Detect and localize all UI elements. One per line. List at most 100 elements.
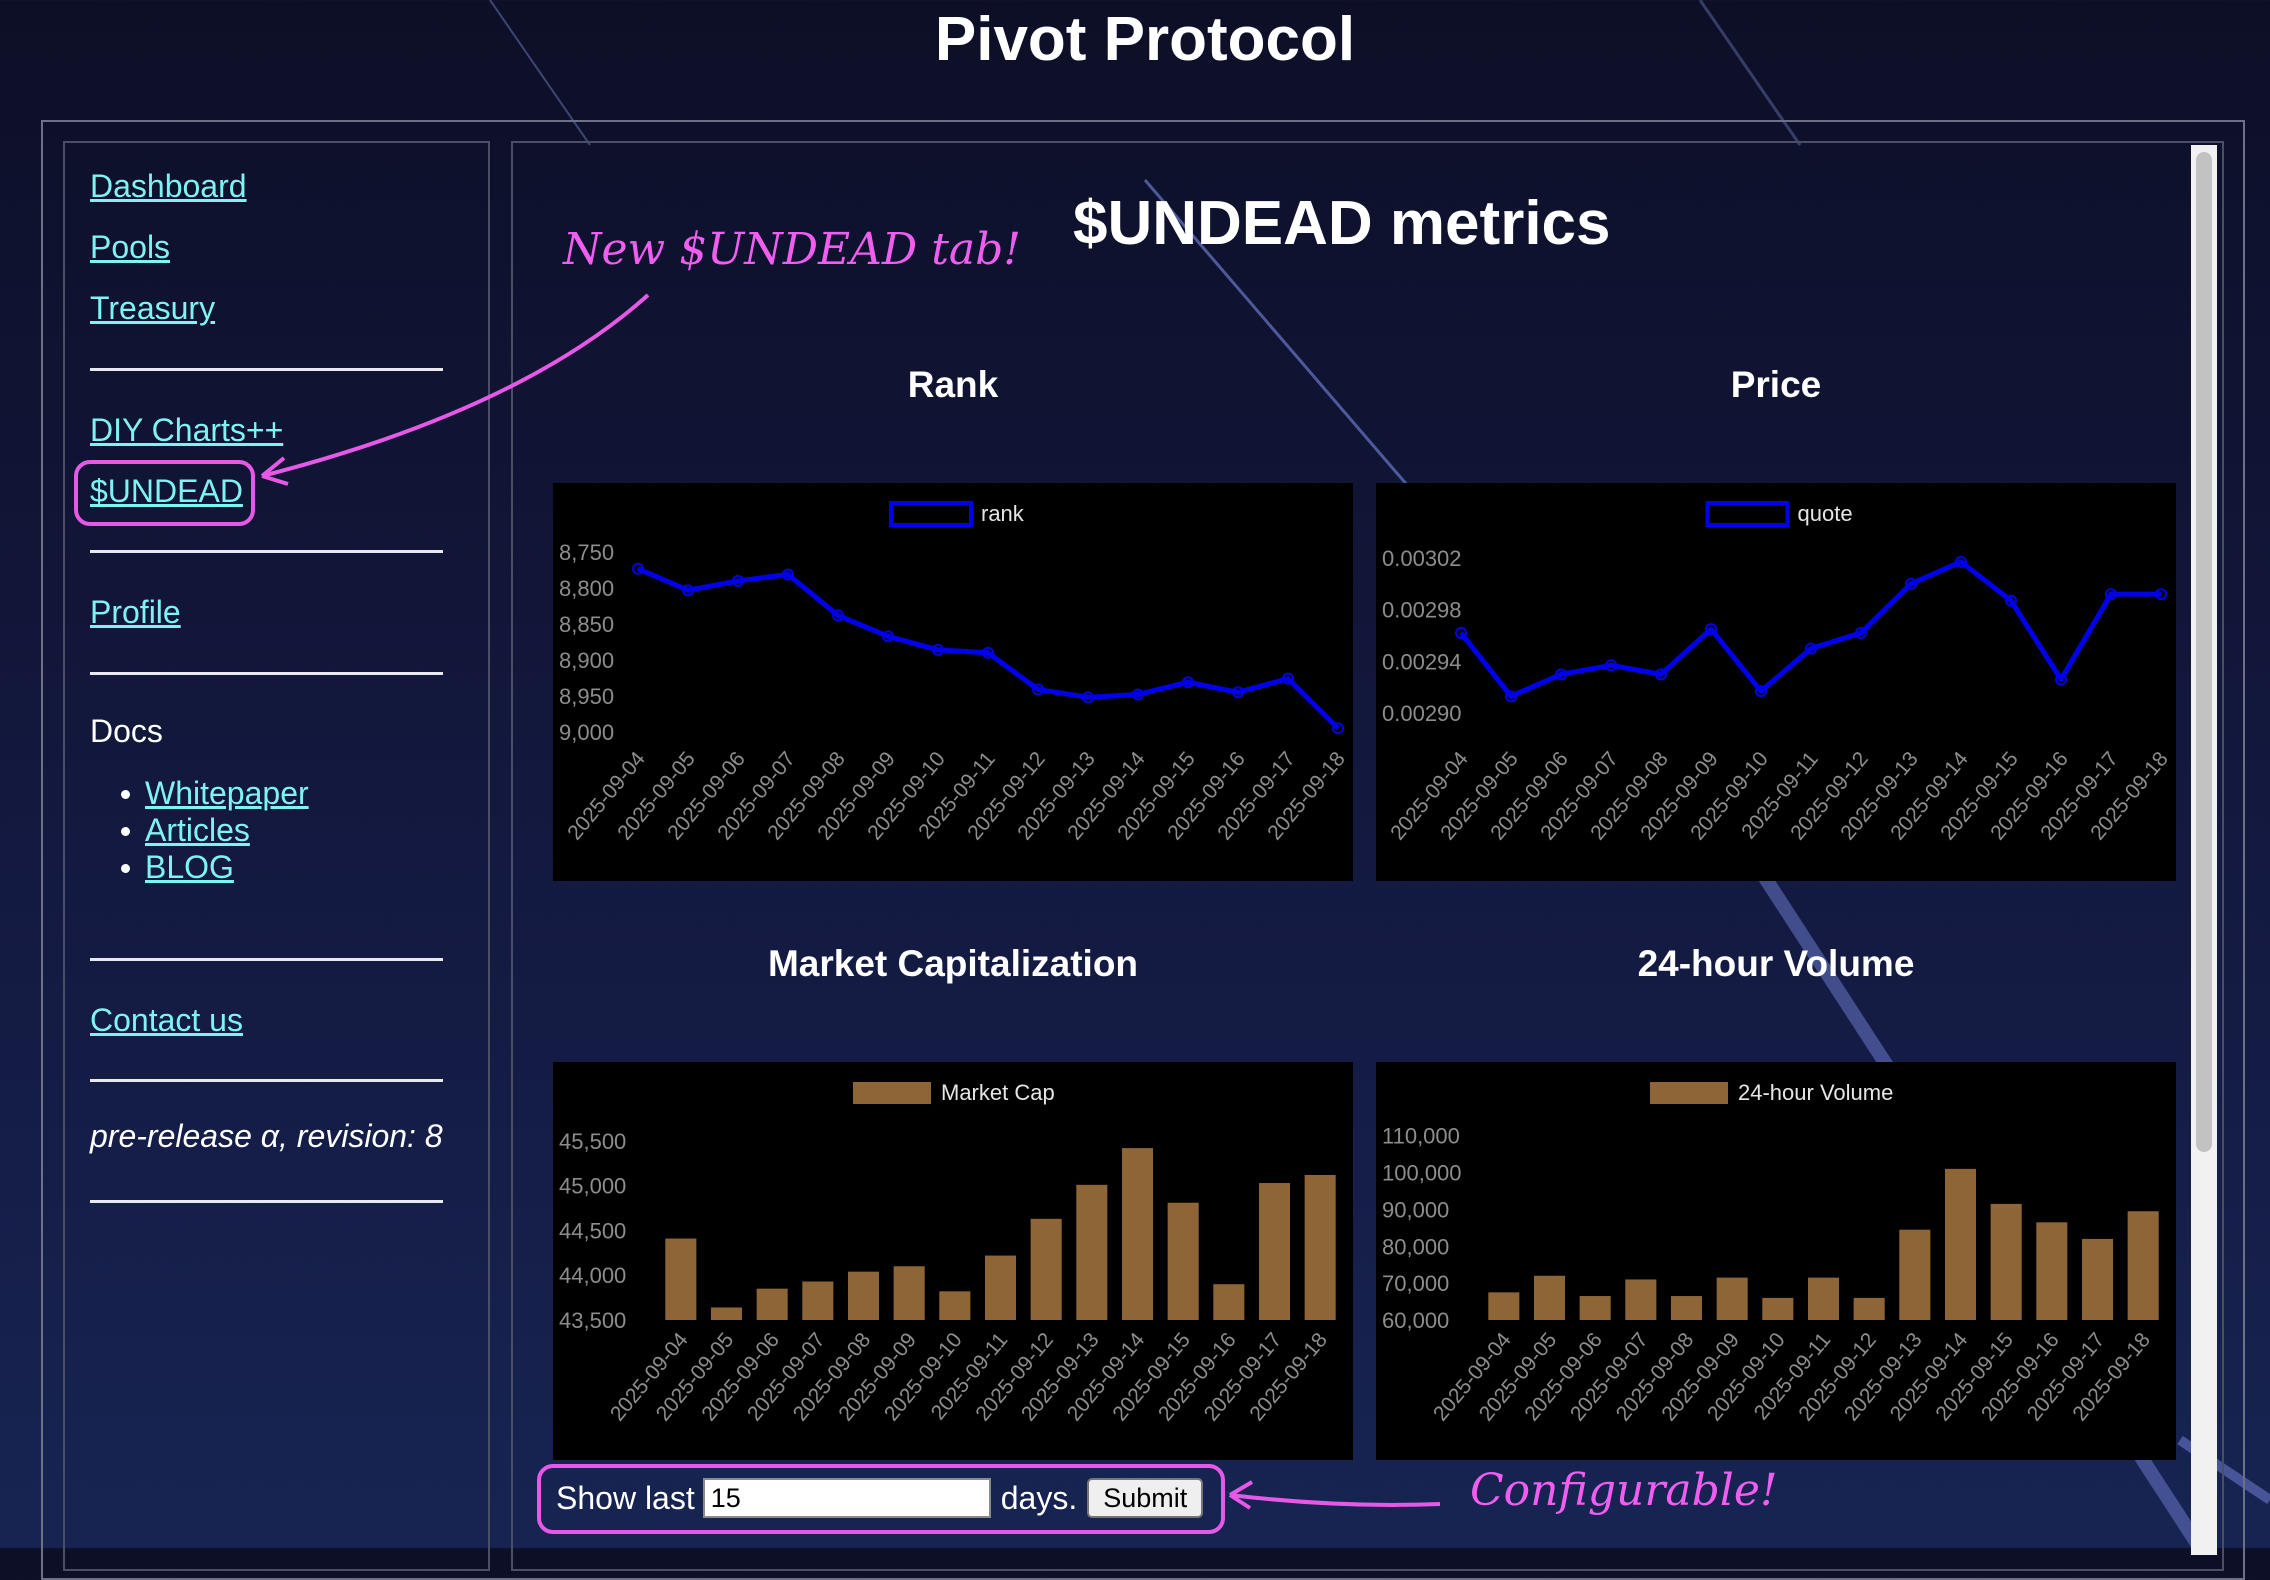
bar — [2127, 1211, 2159, 1320]
y-tick-label: 44,000 — [559, 1263, 626, 1288]
bar — [939, 1291, 971, 1320]
bar — [2036, 1222, 2068, 1320]
page-title: $UNDEAD metrics — [1073, 189, 1611, 258]
y-tick-label: 43,500 — [559, 1308, 626, 1333]
legend-swatch — [1705, 501, 1790, 527]
price-chart: quote 0.00302 0.00298 0.00294 0.00290 2025-09… — [1376, 483, 2176, 881]
bar — [1030, 1218, 1062, 1320]
bar — [710, 1307, 743, 1320]
show-last-label: Show last — [556, 1479, 695, 1516]
divider — [90, 1079, 443, 1082]
site-title: Pivot Protocol — [934, 5, 1356, 74]
y-tick-label: 100,000 — [1382, 1161, 1462, 1186]
legend-swatch — [889, 501, 973, 527]
days-input[interactable] — [702, 1478, 991, 1518]
y-tick-label: 90,000 — [1382, 1197, 1449, 1222]
y-tick-label: 0.00294 — [1382, 649, 1462, 674]
divider — [90, 550, 443, 553]
bar — [1807, 1277, 1840, 1320]
legend-label: quote — [1798, 501, 1853, 526]
y-tick-label: 0.00298 — [1382, 598, 1462, 623]
days-label: days. — [1000, 1479, 1078, 1516]
bar — [847, 1271, 880, 1320]
nav-contact[interactable]: Contact us — [90, 1001, 243, 1039]
legend-swatch — [1650, 1082, 1728, 1104]
annotation-config-note: Configurable! — [1470, 1465, 1778, 1516]
market-cap-chart: Market Cap 45,500 45,000 44,500 44,000 43,500… — [553, 1062, 1353, 1460]
days-form: Show last days. Submit — [539, 1465, 1223, 1531]
docs-link-blog[interactable]: BLOG — [145, 849, 234, 885]
bar — [1579, 1296, 1611, 1320]
list-item: BLOG — [121, 849, 309, 886]
nav-dashboard[interactable]: Dashboard — [90, 167, 247, 205]
nav-pools[interactable]: Pools — [90, 228, 170, 266]
bar — [1716, 1277, 1748, 1320]
version-text: pre-release α, revision: 8 — [90, 1118, 443, 1154]
bar — [665, 1238, 697, 1320]
bar — [893, 1266, 925, 1320]
bar — [1990, 1203, 2022, 1320]
docs-heading: Docs — [90, 713, 163, 749]
bar — [1167, 1202, 1199, 1320]
bar — [1213, 1284, 1245, 1320]
nav-undead[interactable]: $UNDEAD — [90, 472, 243, 510]
bar — [756, 1288, 788, 1320]
legend-swatch — [853, 1082, 931, 1104]
nav-profile[interactable]: Profile — [90, 593, 181, 631]
y-tick-label: 110,000 — [1382, 1124, 1460, 1149]
chart-title-mcap: Market Capitalization — [767, 943, 1139, 984]
y-tick-label: 9,000 — [559, 720, 614, 745]
chart-title-volume: 24-hour Volume — [1637, 943, 1915, 984]
bar — [1853, 1297, 1885, 1320]
bar — [802, 1281, 834, 1320]
divider — [90, 958, 443, 961]
docs-list: Whitepaper Articles BLOG — [121, 775, 309, 886]
legend-label: 24-hour Volume — [1738, 1080, 1893, 1105]
y-tick-label: 44,500 — [559, 1218, 626, 1243]
nav-treasury[interactable]: Treasury — [90, 289, 215, 327]
divider — [90, 1200, 443, 1203]
list-item: Articles — [121, 812, 309, 849]
y-tick-label: 8,850 — [559, 612, 614, 637]
bar — [1944, 1168, 1977, 1320]
y-tick-label: 60,000 — [1382, 1308, 1449, 1333]
y-tick-label: 0.00290 — [1382, 701, 1462, 726]
y-tick-label: 70,000 — [1382, 1271, 1449, 1296]
docs-link-articles[interactable]: Articles — [145, 812, 250, 848]
bar — [1258, 1183, 1291, 1320]
y-tick-label: 8,900 — [559, 648, 614, 673]
submit-button[interactable]: Submit — [1087, 1478, 1204, 1518]
legend-label: rank — [981, 501, 1025, 526]
scrollbar-thumb[interactable] — [2196, 152, 2212, 1152]
bar — [1625, 1279, 1657, 1320]
bar — [2081, 1238, 2114, 1320]
annotation-tab-note: New $UNDEAD tab! — [563, 224, 1021, 275]
y-tick-label: 45,000 — [559, 1174, 626, 1199]
bar — [1762, 1297, 1794, 1320]
list-item: Whitepaper — [121, 775, 309, 812]
bar — [984, 1255, 1017, 1320]
y-tick-label: 8,750 — [559, 540, 614, 565]
y-tick-label: 8,950 — [559, 684, 614, 709]
y-tick-label: 80,000 — [1382, 1234, 1449, 1259]
legend-label: Market Cap — [941, 1080, 1055, 1105]
sidebar: Dashboard Pools Treasury DIY Charts++ $U… — [63, 141, 490, 1571]
scrollbar[interactable] — [2191, 145, 2217, 1555]
bar — [1533, 1275, 1566, 1320]
chart-title-price: Price — [1730, 364, 1822, 405]
divider — [90, 368, 443, 371]
divider — [90, 672, 443, 675]
bar — [1488, 1292, 1520, 1320]
chart-title-rank: Rank — [907, 364, 999, 405]
y-tick-label: 8,800 — [559, 576, 614, 601]
volume-chart: 24-hour Volume 110,000 100,000 90,000 80,000… — [1376, 1062, 2176, 1460]
docs-link-whitepaper[interactable]: Whitepaper — [145, 775, 309, 811]
bar — [1670, 1296, 1703, 1320]
bar — [1899, 1229, 1931, 1320]
bar — [1304, 1174, 1336, 1320]
bar — [1121, 1148, 1154, 1320]
nav-diy-charts[interactable]: DIY Charts++ — [90, 411, 283, 449]
rank-chart: rank 8,750 8,800 8,850 8,900 8,950 9,000 2025-0… — [553, 483, 1353, 881]
y-tick-label: 0.00302 — [1382, 546, 1462, 571]
bar — [1076, 1184, 1108, 1320]
